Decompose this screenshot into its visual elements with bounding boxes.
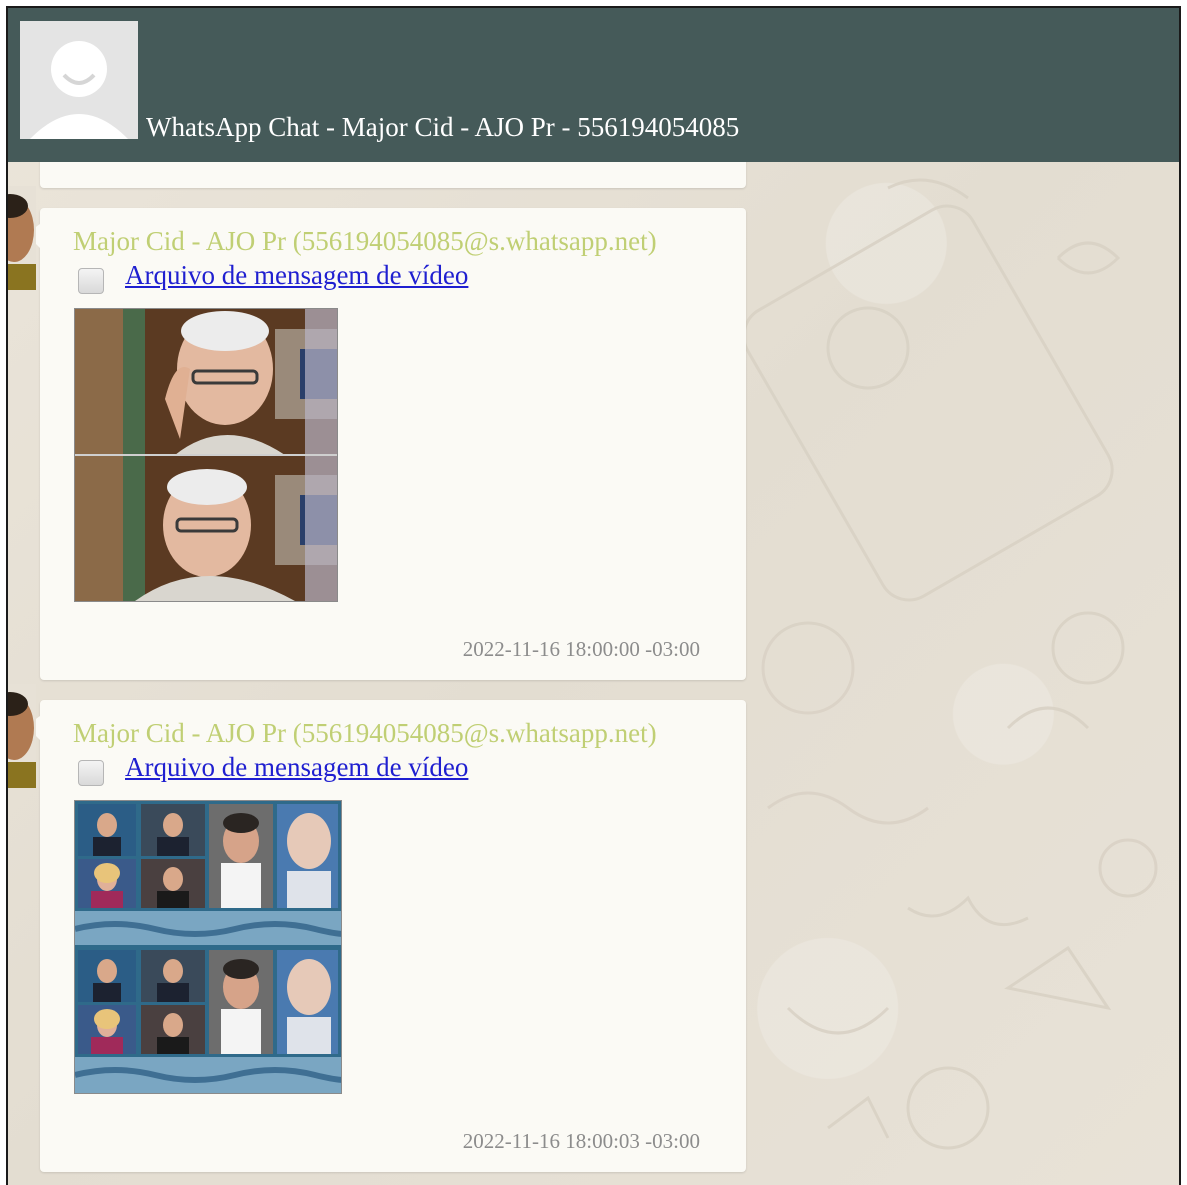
attachment-checkbox[interactable]: [78, 760, 104, 786]
video-attachment-link[interactable]: Arquivo de mensagem de vídeo: [125, 752, 468, 783]
message-timestamp: 2022-11-16 18:00:00 -03:00: [462, 637, 700, 661]
attachment-checkbox[interactable]: [78, 268, 104, 294]
message-bubble: Major Cid - AJO Pr (556194054085@s.whats…: [26, 208, 746, 680]
sender-avatar[interactable]: [8, 186, 36, 290]
default-user-avatar-icon: [20, 21, 138, 139]
message-sender: Major Cid - AJO Pr (556194054085@s.whats…: [73, 718, 657, 748]
video-thumbnail[interactable]: [74, 800, 342, 1094]
message-bubble: Major Cid - AJO Pr (556194054085@s.whats…: [26, 700, 746, 1172]
chat-header: WhatsApp Chat - Major Cid - AJO Pr - 556…: [8, 8, 1179, 162]
message-sender: Major Cid - AJO Pr (556194054085@s.whats…: [73, 226, 657, 256]
chat-title: WhatsApp Chat - Major Cid - AJO Pr - 556…: [146, 112, 740, 142]
message-timestamp: 2022-11-16 18:00:03 -03:00: [462, 1129, 700, 1153]
sender-avatar[interactable]: [8, 684, 36, 788]
video-thumbnail[interactable]: [74, 308, 338, 602]
chat-window: WhatsApp Chat - Major Cid - AJO Pr - 556…: [6, 6, 1181, 1185]
video-attachment-link[interactable]: Arquivo de mensagem de vídeo: [125, 260, 468, 291]
